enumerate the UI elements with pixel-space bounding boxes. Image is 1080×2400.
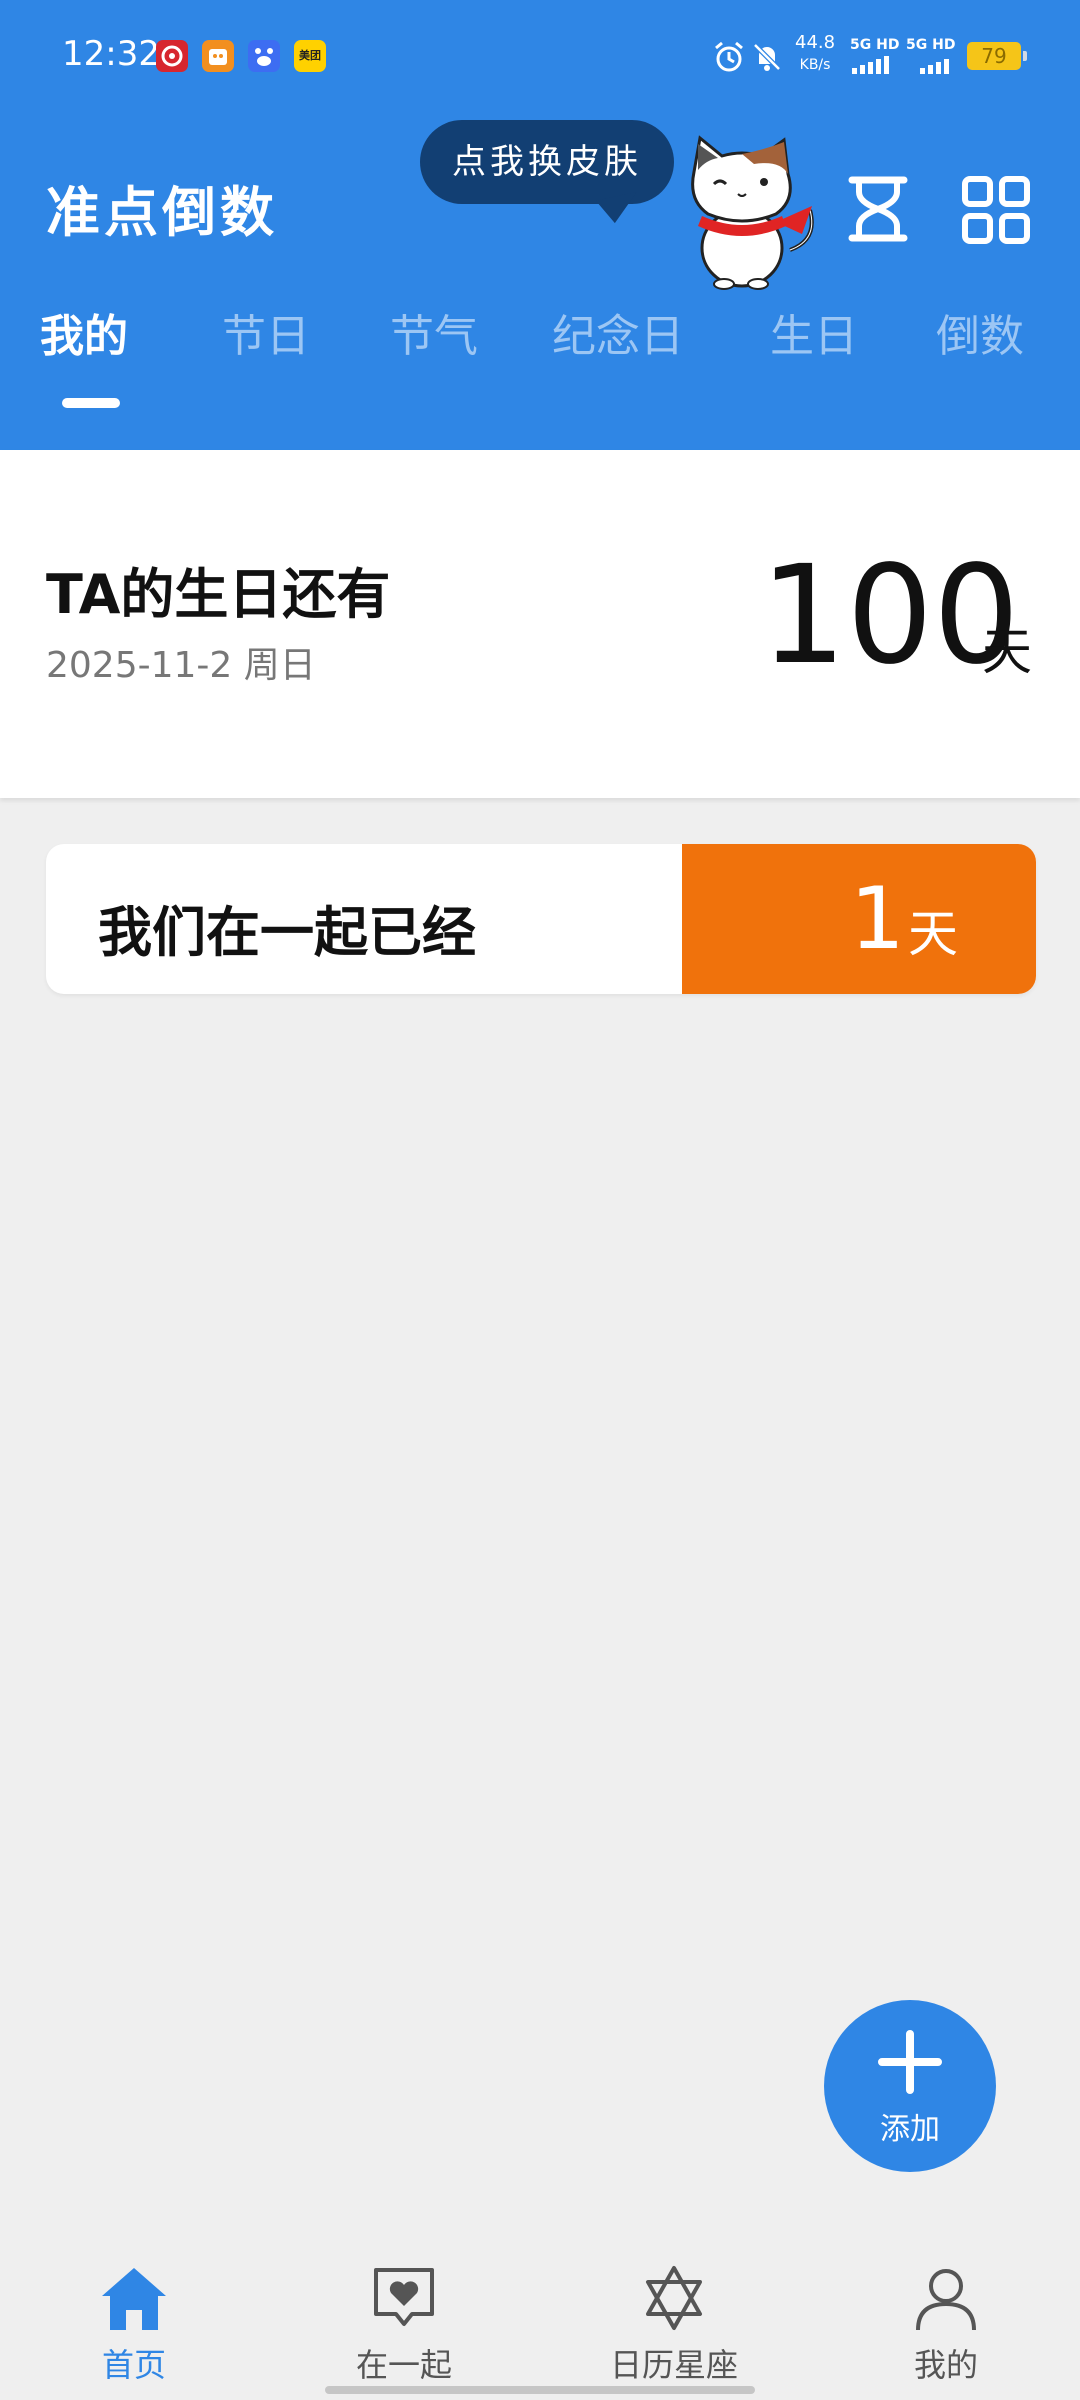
category-tabs: 我的 节日 节气 纪念日 生日 倒数: [0, 290, 1080, 380]
active-tab-indicator: [62, 398, 120, 408]
network-speed-value: 44.8: [795, 32, 836, 53]
gesture-home-bar[interactable]: [325, 2386, 755, 2394]
sim1-signal-icon: [852, 56, 889, 74]
nav-label-calendar-zodiac: 日历星座: [609, 2346, 738, 2384]
hourglass-icon[interactable]: [846, 176, 910, 242]
add-button-label: 添加: [880, 2112, 940, 2147]
status-time: 12:32: [62, 34, 160, 74]
network-speed-unit: KB/s: [799, 57, 831, 73]
battery-level: 79: [967, 42, 1027, 70]
featured-event-date: 2025-11-2 周日: [46, 645, 316, 686]
tab-birthday[interactable]: 生日: [770, 300, 858, 364]
meituan-icon: 美团: [294, 40, 326, 72]
mute-bell-icon: [753, 43, 781, 71]
nav-label-home: 首页: [101, 2346, 166, 2384]
event-days-panel: 1 天: [682, 844, 1036, 994]
star-of-david-icon: [646, 2266, 702, 2330]
tab-mine[interactable]: 我的: [40, 300, 128, 364]
tab-anniversary[interactable]: 纪念日: [552, 300, 684, 364]
plus-icon: [878, 2030, 942, 2094]
featured-event-label: TA的生日还有: [46, 563, 391, 626]
change-skin-bubble[interactable]: 点我换皮肤: [420, 120, 674, 204]
profile-icon: [916, 2269, 976, 2331]
featured-days-unit: 天: [982, 623, 1032, 681]
event-days-unit: 天: [908, 905, 958, 963]
sim2-label: 5G HD: [906, 37, 956, 53]
nav-item-profile[interactable]: 我的: [846, 2250, 1046, 2390]
app-title: 准点倒数: [46, 181, 278, 244]
add-button[interactable]: 添加: [824, 2000, 996, 2172]
shopping-app-icon: [202, 40, 234, 72]
tab-festivals[interactable]: 节日: [222, 300, 310, 364]
cat-mascot-icon[interactable]: [680, 130, 820, 290]
sim1-label: 5G HD: [850, 37, 900, 53]
netease-music-icon: [156, 40, 188, 72]
network-speed: 44.8 KB/s: [795, 32, 835, 76]
featured-days-count: 100: [760, 537, 1020, 695]
status-bar: 12:32 美团 44.8 KB/s 5G HD 5G HD 79: [0, 0, 1080, 110]
tab-countdown[interactable]: 倒数: [936, 300, 1024, 364]
nav-item-home[interactable]: 首页: [34, 2250, 234, 2390]
nav-item-together[interactable]: 在一起: [304, 2250, 504, 2390]
nav-label-together: 在一起: [355, 2346, 452, 2384]
app-header: 12:32 美团 44.8 KB/s 5G HD 5G HD 79 准点倒数 点…: [0, 0, 1080, 450]
home-icon: [102, 2268, 166, 2330]
event-label: 我们在一起已经: [98, 901, 476, 964]
alarm-icon: [715, 41, 743, 72]
nav-item-calendar-zodiac[interactable]: 日历星座: [574, 2250, 774, 2390]
list-item[interactable]: 我们在一起已经 1 天: [46, 844, 1036, 994]
bottom-navigation: 首页 在一起 日历星座 我的: [0, 2250, 1080, 2400]
heart-chat-icon: [374, 2268, 434, 2326]
featured-countdown-card[interactable]: TA的生日还有 2025-11-2 周日 100 天: [0, 450, 1080, 798]
event-days-count: 1: [850, 869, 905, 969]
sim2-signal-icon: [920, 59, 949, 74]
tab-solar-terms[interactable]: 节气: [390, 300, 478, 364]
grid-menu-icon[interactable]: [962, 176, 1030, 244]
baidu-icon: [248, 40, 280, 72]
nav-label-profile: 我的: [913, 2346, 978, 2384]
